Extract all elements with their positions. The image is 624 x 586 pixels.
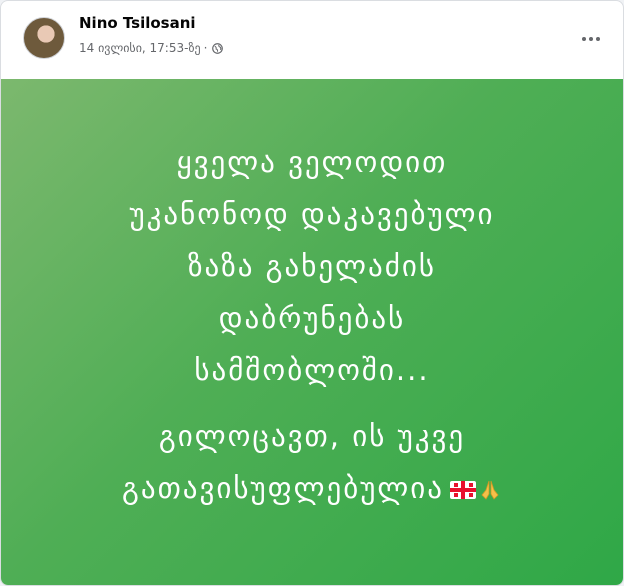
author-name[interactable]: Nino Tsilosani xyxy=(79,14,196,32)
post-text-paragraph-2: გილოცავთ, ის უკვე გათავისუფლებულია xyxy=(12,410,612,514)
more-options-icon xyxy=(582,37,586,41)
post-header: Nino Tsilosani 14 ივლისი, 17:53-ზე · xyxy=(1,1,623,79)
facebook-post: Nino Tsilosani 14 ივლისი, 17:53-ზე · ყვე… xyxy=(0,0,624,586)
post-timestamp[interactable]: 14 ივლისი, 17:53-ზე xyxy=(79,41,201,55)
folded-hands-icon xyxy=(481,480,499,500)
globe-icon[interactable] xyxy=(212,42,224,54)
meta-separator: · xyxy=(203,41,208,55)
post-meta: 14 ივლისი, 17:53-ზე · xyxy=(79,41,224,55)
avatar[interactable] xyxy=(23,17,65,59)
post-text-paragraph-2-text: გილოცავთ, ის უკვე გათავისუფლებულია xyxy=(122,419,466,505)
georgia-flag-icon xyxy=(450,481,476,499)
more-options-button[interactable] xyxy=(577,25,605,53)
post-text-paragraph-1: ყველა ველოდით უკანონოდ დაკავებული ზაზა გ… xyxy=(129,145,495,387)
post-text-background: ყველა ველოდით უკანონოდ დაკავებული ზაზა გ… xyxy=(1,79,623,585)
